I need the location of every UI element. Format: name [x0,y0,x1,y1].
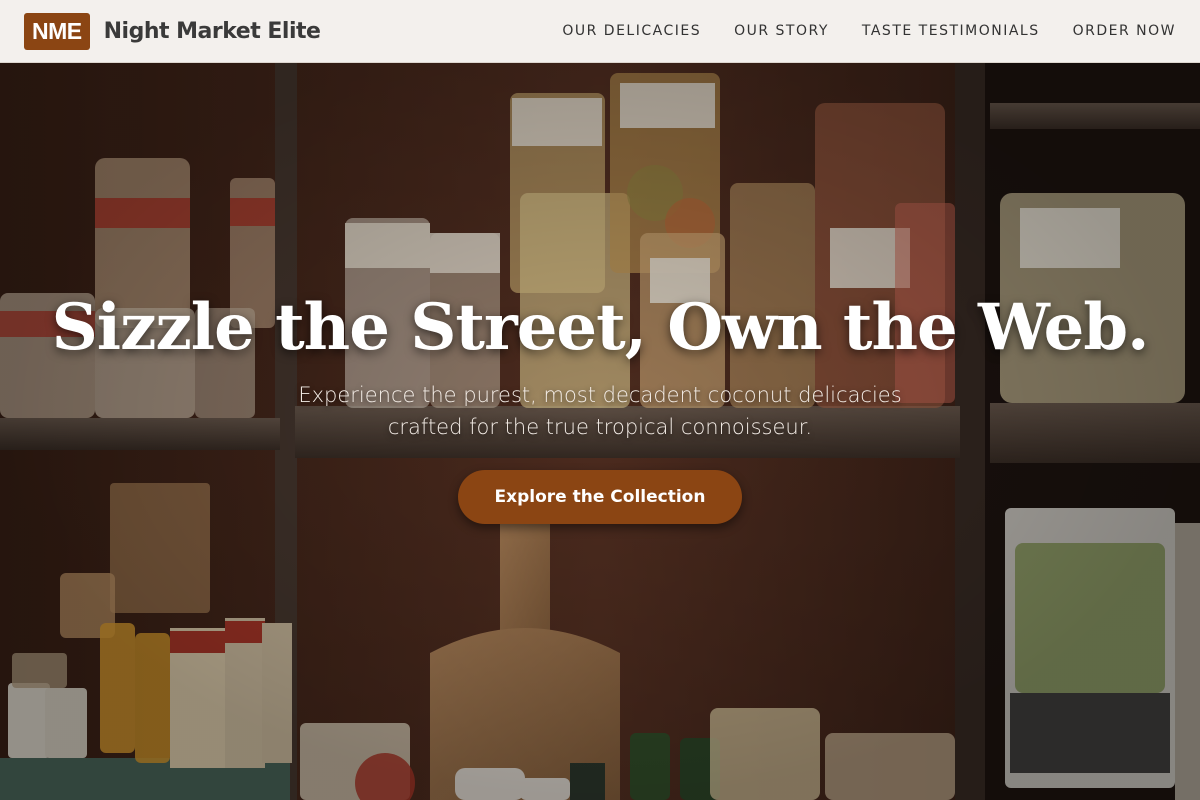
nav-link-testimonials[interactable]: TASTE TESTIMONIALS [862,23,1040,39]
nav-link-story[interactable]: OUR STORY [734,23,829,39]
brand-name: Night Market Elite [103,18,321,44]
brand[interactable]: NME Night Market Elite [24,12,321,50]
hero-title: Sizzle the Street, Own the Web. [51,290,1150,365]
logo-badge: NME [24,12,90,50]
hero-subtitle: Experience the purest, most decadent coc… [298,383,902,439]
nav-link-order[interactable]: ORDER NOW [1073,23,1176,39]
nav-link-delicacies[interactable]: OUR DELICACIES [562,23,701,39]
main-nav: OUR DELICACIES OUR STORY TASTE TESTIMONI… [562,23,1176,39]
hero-section: Sizzle the Street, Own the Web. Experien… [0,63,1200,800]
site-header: NME Night Market Elite OUR DELICACIES OU… [0,0,1200,63]
hero-content: Sizzle the Street, Own the Web. Experien… [0,63,1200,800]
explore-collection-button[interactable]: Explore the Collection [458,470,742,524]
